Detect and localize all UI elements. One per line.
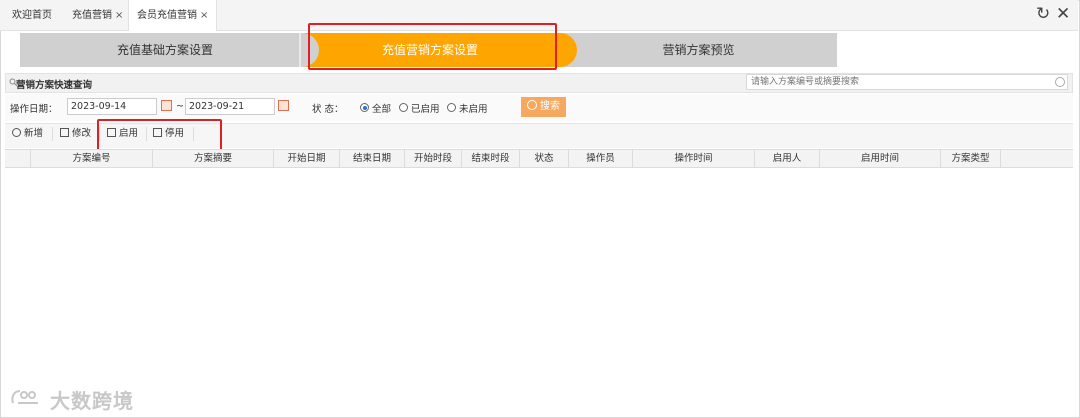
calendar-icon[interactable] [161,100,172,111]
step-basic-settings[interactable]: 充值基础方案设置 [20,33,310,67]
status-option-enabled: 已启用 [411,104,440,115]
search-small-icon [9,78,18,87]
date-label: 操作日期： [10,104,58,115]
toolbar-divider [52,127,53,141]
close-icon[interactable]: × [200,10,208,21]
tab-label: 充值营销 [72,10,112,21]
column-enabled-by[interactable]: 启用人 [755,149,820,168]
edit-label: 修改 [72,128,92,139]
tab-welcome[interactable]: 欢迎首页 [12,0,52,30]
edit-button[interactable]: 修改 [60,127,91,141]
column-plan-number[interactable]: 方案编号 [31,149,153,168]
tab-member-recharge-marketing[interactable]: 会员充值营销 × [128,0,218,31]
watermark-text: 大数跨境 [50,389,134,413]
search-button[interactable]: 搜索 [521,97,566,117]
date-to-field[interactable]: 2023-09-21 [185,98,275,115]
column-plan-summary[interactable]: 方案摘要 [153,149,274,168]
column-status[interactable]: 状态 [520,149,569,168]
column-operation-time[interactable]: 操作时间 [633,149,755,168]
status-radio-all[interactable] [360,103,369,112]
search-icon [527,100,537,110]
step-preview[interactable]: 营销方案预览 [560,33,837,67]
column-end-date[interactable]: 结束日期 [340,149,405,168]
refresh-icon[interactable]: ↻ [1036,4,1050,24]
column-plan-type[interactable]: 方案类型 [941,149,1001,168]
status-radio-disabled[interactable] [447,103,456,112]
column-enabled-time[interactable]: 启用时间 [820,149,941,168]
step-label: 营销方案预览 [662,43,735,57]
status-option-disabled: 未启用 [459,104,488,115]
status-label: 状 态： [312,104,344,115]
close-window-icon[interactable]: ✕ [1056,4,1070,24]
add-button[interactable]: 新增 [12,127,43,141]
status-radio-enabled[interactable] [399,103,408,112]
date-separator: ~ [176,101,184,112]
column-start-time[interactable]: 开始时段 [405,149,462,168]
close-icon[interactable]: × [115,10,123,21]
edit-icon [60,128,69,137]
highlight-box-step [308,23,557,70]
column-end-time[interactable]: 结束时段 [462,149,520,168]
highlight-box-toolbar [97,119,222,151]
plus-icon [12,128,21,137]
step-label: 充值基础方案设置 [116,43,213,57]
tab-recharge-marketing[interactable]: 充值营销 × [72,0,123,30]
plan-search-input[interactable] [746,74,1068,90]
search-icon[interactable] [1055,77,1065,87]
quick-search-title: 营销方案快速查询 [16,80,93,91]
calendar-icon[interactable] [278,100,289,111]
tab-label: 会员充值营销 [137,10,197,21]
watermark-logo-icon [11,390,38,404]
grid-row-number-column [5,149,31,168]
tab-label: 欢迎首页 [12,10,52,21]
search-button-label: 搜索 [540,101,560,112]
add-label: 新增 [24,128,44,139]
status-option-all: 全部 [372,104,392,115]
grid-body [5,168,1073,414]
date-from-field[interactable]: 2023-09-14 [67,98,157,115]
column-start-date[interactable]: 开始日期 [274,149,340,168]
column-operator[interactable]: 操作员 [569,149,633,168]
